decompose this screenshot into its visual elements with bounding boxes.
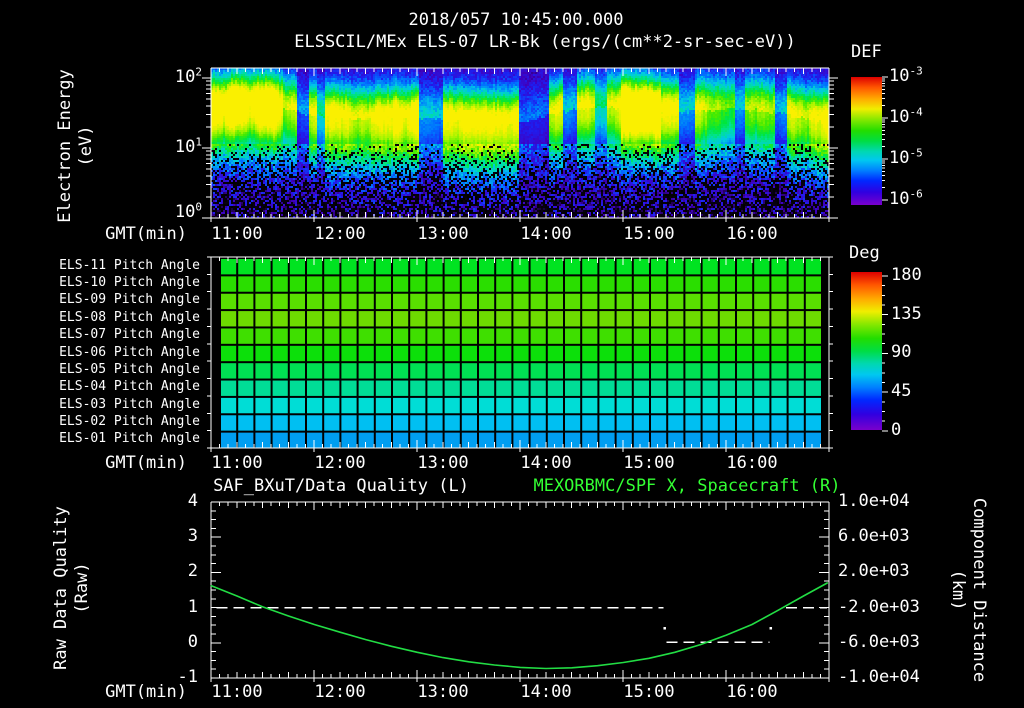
distance-tick-label: -6.0e+03 — [838, 631, 920, 652]
distance-tick-label: -1.0e+04 — [838, 667, 920, 687]
time-tick-label: 11:00 — [211, 224, 263, 244]
time-tick-label: 13:00 — [417, 682, 469, 702]
plot-screen: 2018/057 10:45:00.000 ELSSCIL/MEx ELS-07… — [0, 0, 1024, 708]
time-tick-label: 15:00 — [623, 682, 675, 702]
pitch-row-label: ELS-05 Pitch Angle — [59, 361, 200, 377]
gmt-axis-label: GMT(min) — [105, 682, 187, 702]
deg-colorbar-title: Deg — [849, 243, 880, 263]
energy-tick-label: 101 — [174, 135, 202, 157]
pitch-angle-canvas — [211, 257, 829, 448]
time-tick-label: 11:00 — [211, 453, 263, 473]
time-tick-label: 11:00 — [211, 682, 263, 702]
pitch-row-label: ELS-01 Pitch Angle — [59, 431, 200, 447]
quality-tick-label: 1 — [187, 596, 198, 617]
def-colorbar — [851, 77, 882, 205]
quality-tick-label: -1 — [177, 667, 198, 687]
pitch-row-label: ELS-03 Pitch Angle — [59, 396, 200, 412]
distance-tick-label: 1.0e+04 — [838, 491, 910, 511]
def-colorbar-tick-label: 10-4 — [889, 105, 923, 127]
pitch-row-label: ELS-04 Pitch Angle — [59, 379, 200, 395]
pitch-row-label: ELS-10 Pitch Angle — [59, 275, 200, 291]
time-tick-label: 14:00 — [520, 224, 572, 244]
quality-tick-label: 3 — [187, 526, 198, 547]
deg-colorbar — [851, 272, 882, 430]
pitch-row-label: ELS-11 Pitch Angle — [59, 257, 200, 273]
deg-colorbar-tick-label: 90 — [891, 342, 912, 363]
quality-tick-label: 0 — [187, 631, 198, 652]
quality-tick-label: 2 — [187, 561, 198, 582]
def-colorbar-tick-label: 10-5 — [889, 146, 923, 168]
def-colorbar-title: DEF — [851, 42, 882, 62]
pitch-row-label: ELS-09 Pitch Angle — [59, 292, 200, 308]
raw-quality-axis-label: Raw Data Quality (Raw) — [51, 506, 92, 670]
time-tick-label: 16:00 — [726, 453, 778, 473]
time-tick-label: 14:00 — [520, 682, 572, 702]
time-tick-label: 15:00 — [623, 224, 675, 244]
time-tick-label: 13:00 — [417, 453, 469, 473]
energy-tick-label: 102 — [174, 65, 202, 87]
component-distance-axis-label: Component Distance (km) — [948, 497, 989, 683]
spacecraft-title-right: MEXORBMC/SPF X, Spacecraft (R) — [533, 476, 841, 496]
quality-tick-label: 4 — [187, 491, 198, 511]
gmt-axis-label: GMT(min) — [105, 224, 187, 244]
deg-colorbar-tick-label: 45 — [891, 381, 912, 402]
pitch-row-label: ELS-02 Pitch Angle — [59, 413, 200, 429]
instrument-title: ELSSCIL/MEx ELS-07 LR-Bk (ergs/(cm**2-sr… — [294, 32, 796, 52]
time-tick-label: 12:00 — [314, 453, 366, 473]
def-colorbar-tick-label: 10-6 — [889, 187, 923, 209]
time-tick-label: 16:00 — [726, 224, 778, 244]
distance-tick-label: 6.0e+03 — [838, 526, 910, 547]
deg-colorbar-tick-label: 180 — [891, 265, 922, 285]
time-tick-label: 14:00 — [520, 453, 572, 473]
pitch-row-label: ELS-08 Pitch Angle — [59, 309, 200, 325]
deg-colorbar-tick-label: 135 — [891, 303, 922, 324]
electron-energy-spectrogram-canvas — [211, 68, 829, 218]
distance-tick-label: 2.0e+03 — [838, 561, 910, 582]
gmt-axis-label: GMT(min) — [105, 453, 187, 473]
energy-tick-label: 100 — [174, 200, 202, 222]
time-tick-label: 12:00 — [314, 224, 366, 244]
distance-tick-label: -2.0e+03 — [838, 596, 920, 617]
quality-title-left: SAF_BXuT/Data Quality (L) — [213, 476, 469, 496]
pitch-row-label: ELS-07 Pitch Angle — [59, 327, 200, 343]
time-tick-label: 16:00 — [726, 682, 778, 702]
pitch-row-label: ELS-06 Pitch Angle — [59, 344, 200, 360]
time-tick-label: 15:00 — [623, 453, 675, 473]
electron-energy-axis-label: Electron Energy (eV) — [55, 69, 96, 223]
time-tick-label: 12:00 — [314, 682, 366, 702]
time-tick-label: 13:00 — [417, 224, 469, 244]
deg-colorbar-tick-label: 0 — [891, 419, 902, 440]
timestamp-title: 2018/057 10:45:00.000 — [408, 10, 624, 30]
def-colorbar-tick-label: 10-3 — [889, 64, 923, 86]
